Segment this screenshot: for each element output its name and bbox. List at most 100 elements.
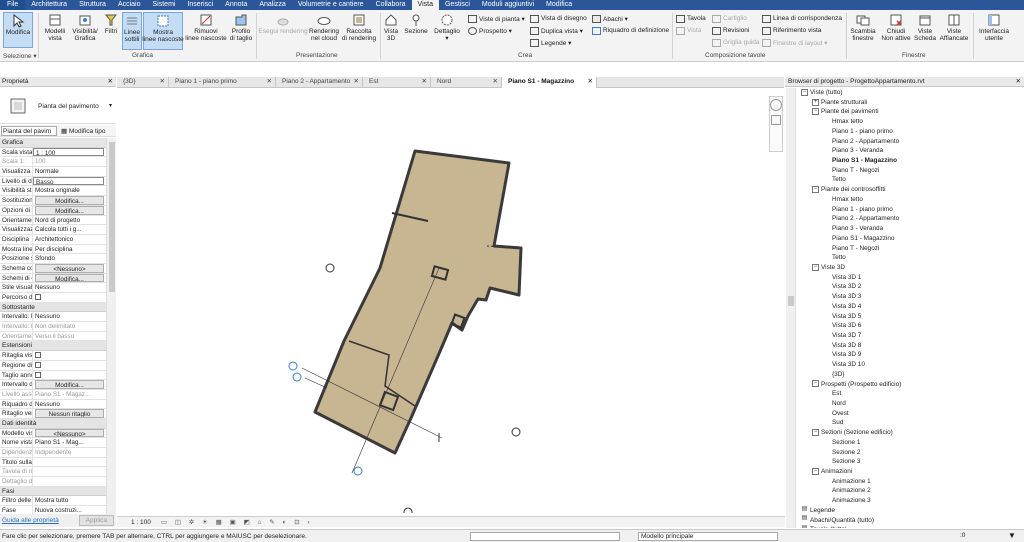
browser-node[interactable]: Sezione 3 — [797, 457, 1024, 467]
scope-box-button[interactable]: Riquadro di definizione — [592, 26, 669, 35]
close-icon[interactable]: ✕ — [160, 77, 165, 87]
title-block-button[interactable]: Cartiglio — [712, 14, 747, 23]
menu-item-inserisci[interactable]: Inserisci — [181, 0, 219, 10]
apply-button[interactable]: Applica — [78, 515, 114, 526]
collapse-icon[interactable]: − — [812, 467, 819, 475]
browser-node[interactable]: Piano 3 - Veranda — [797, 146, 1024, 156]
collapse-icon[interactable]: − — [812, 186, 819, 193]
models-view-button[interactable]: Modelli vista — [42, 12, 68, 42]
property-value[interactable]: Mostra originale — [33, 186, 106, 195]
property-checkbox[interactable] — [35, 361, 41, 368]
selection-panel-label[interactable]: Selezione ▾ — [3, 52, 37, 60]
browser-node[interactable]: ▤Tavole (tutto) — [797, 525, 1024, 528]
browser-node[interactable]: Vista 3D 4 — [797, 302, 1024, 312]
browser-node[interactable]: Vista 3D 1 — [797, 273, 1024, 283]
browser-node[interactable]: Piano 2 - Appartamento — [797, 137, 1024, 147]
steering-wheel-icon[interactable] — [770, 99, 782, 111]
browser-node[interactable]: Vista 3D 8 — [797, 341, 1024, 351]
browser-node[interactable]: Piano 2 - Appartamento — [797, 214, 1024, 224]
property-value[interactable]: Nessuno — [33, 283, 106, 292]
browser-node[interactable]: Piano T - Negozi — [797, 166, 1024, 176]
remove-hidden-lines-button[interactable]: Rimuovi linee nascoste — [185, 12, 227, 42]
property-value[interactable]: Calcola tutti i g... — [33, 225, 106, 234]
view-scale[interactable]: 1 : 100 — [117, 519, 151, 526]
property-value[interactable]: <Nessuno> — [35, 263, 104, 273]
view-reference-button[interactable]: Riferimento vista — [762, 26, 821, 35]
tile-views-button[interactable]: Viste Affiancate — [938, 12, 970, 42]
browser-node[interactable]: Vista 3D 7 — [797, 331, 1024, 341]
close-icon[interactable]: ✕ — [108, 77, 113, 87]
sheet-button[interactable]: Tavola — [676, 14, 706, 23]
property-checkbox[interactable] — [35, 294, 41, 300]
browser-node[interactable]: Vista 3D 6 — [797, 321, 1024, 331]
menu-item-moduli-aggiuntivi[interactable]: Moduli aggiuntivi — [476, 0, 540, 10]
browser-node[interactable]: Piano 1 - piano primo — [797, 127, 1024, 137]
filter-icon[interactable]: ▼ — [1008, 531, 1016, 540]
browser-node[interactable]: Animazione 1 — [797, 477, 1024, 487]
property-value[interactable]: Modifica... — [35, 205, 104, 215]
browser-node[interactable]: − Piante dei controsoffitti — [797, 185, 1024, 195]
collapse-icon[interactable]: − — [812, 108, 819, 116]
visibility-graphics-button[interactable]: Visibilità/ Grafica — [70, 12, 100, 42]
render-button[interactable]: Esegui rendering — [258, 12, 308, 35]
browser-node[interactable]: ▤ Legende — [797, 506, 1024, 516]
revisions-button[interactable]: Revisioni — [712, 26, 749, 35]
property-section-header[interactable]: Grafica — [0, 138, 106, 148]
property-value[interactable]: 1 : 100 — [33, 147, 104, 157]
property-checkbox[interactable] — [35, 371, 41, 378]
browser-node[interactable]: − Piante dei pavimenti — [797, 107, 1024, 117]
close-icon[interactable]: ✕ — [1016, 77, 1021, 87]
property-value[interactable]: Architettonico — [33, 235, 106, 244]
browser-node[interactable]: Vista 3D 2 — [797, 282, 1024, 292]
browser-node[interactable]: − Sezioni (Sezione edificio) — [797, 428, 1024, 438]
menu-item-analizza[interactable]: Analizza — [253, 0, 291, 10]
property-value[interactable] — [33, 371, 106, 380]
viewports-button[interactable]: Finestre di layout ▾ — [762, 38, 828, 47]
filters-button[interactable]: Filtri — [102, 12, 120, 35]
guide-grid-button[interactable]: Griglia guida — [712, 38, 760, 47]
callout-button[interactable]: Dettaglio ▾ — [432, 12, 462, 42]
cut-profile-button[interactable]: Profilo di taglio — [228, 12, 254, 42]
browser-node[interactable]: Hmax tetto — [797, 195, 1024, 205]
close-inactive-button[interactable]: Chiudi Non attive — [880, 12, 912, 42]
type-selector[interactable]: Pianta del pavimento ▾ — [0, 88, 116, 124]
property-value[interactable]: Modifica... — [35, 380, 104, 389]
browser-node[interactable]: Animazione 3 — [797, 496, 1024, 506]
workset-combo[interactable] — [470, 532, 620, 541]
menu-item-gestisci[interactable]: Gestisci — [439, 0, 476, 10]
browser-node[interactable]: + Piante strutturali — [797, 98, 1024, 108]
schedules-button[interactable]: Abachi ▾ — [592, 14, 628, 23]
drafting-view-button[interactable]: Vista di disegno — [530, 14, 587, 23]
view-tab[interactable]: {3D} ✕ — [117, 77, 169, 88]
modify-button[interactable]: Modifica — [3, 12, 33, 48]
menu-item-vista[interactable]: Vista — [411, 0, 439, 10]
property-value[interactable] — [33, 293, 106, 302]
collapse-icon[interactable]: − — [812, 380, 819, 388]
user-interface-button[interactable]: Interfaccia utente — [976, 12, 1012, 42]
menu-item-modifica[interactable]: Modifica — [540, 0, 578, 10]
view-3d-button[interactable]: Vista 3D — [382, 12, 400, 42]
menu-item-collabora[interactable]: Collabora — [370, 0, 412, 10]
scrollbar-thumb[interactable] — [109, 142, 115, 292]
browser-node[interactable]: Nord — [797, 399, 1024, 409]
drawing-canvas[interactable] — [117, 88, 785, 513]
property-checkbox[interactable] — [35, 352, 41, 359]
close-icon[interactable]: ✕ — [422, 77, 427, 87]
browser-node[interactable]: Vista 3D 10 — [797, 360, 1024, 370]
place-view-button[interactable]: Vista — [676, 26, 701, 35]
browser-node[interactable]: − Viste (tutto) — [797, 88, 1024, 98]
zoom-icon[interactable] — [771, 115, 781, 125]
view-tab[interactable]: Piano 1 - piano primo ✕ — [169, 77, 276, 88]
browser-node[interactable]: Piano 3 - Veranda — [797, 224, 1024, 234]
property-section-header[interactable]: Sottostante — [0, 302, 106, 313]
thin-lines-button[interactable]: Linee sottili — [122, 12, 142, 50]
browser-node[interactable]: Est — [797, 389, 1024, 399]
browser-node[interactable]: − Prospetti (Prospetto edificio) — [797, 380, 1024, 390]
instance-filter-select[interactable]: Pianta del pavim — [1, 125, 57, 136]
menu-item-struttura[interactable]: Struttura — [73, 0, 112, 10]
menu-item-architettura[interactable]: Architettura — [25, 0, 73, 10]
view-tab[interactable]: Nord ✕ — [431, 77, 502, 88]
browser-node[interactable]: ▤ Abachi/Quantità (tutto) — [797, 515, 1024, 526]
browser-node[interactable]: Animazione 2 — [797, 486, 1024, 496]
browser-node[interactable]: Piano S1 - Magazzino — [797, 156, 1024, 166]
